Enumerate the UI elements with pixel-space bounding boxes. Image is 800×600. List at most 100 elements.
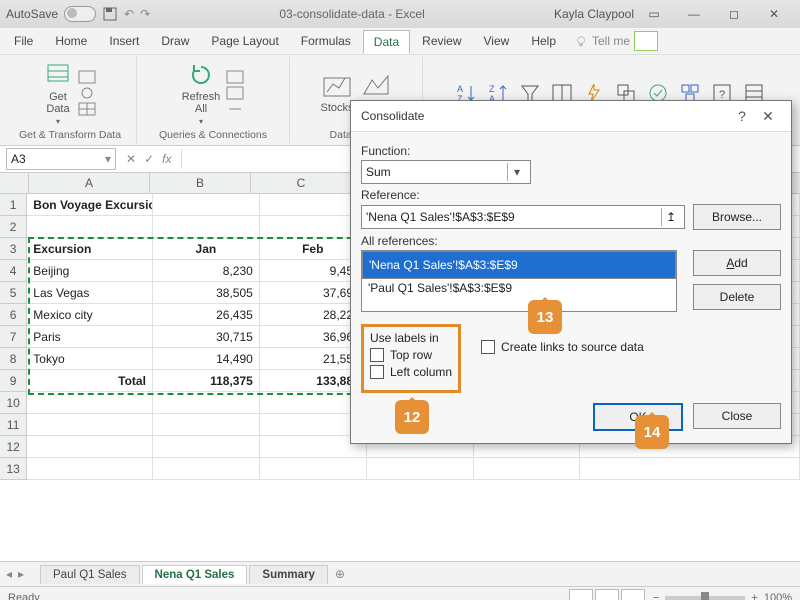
cell[interactable]: 38,505: [153, 282, 260, 304]
cell[interactable]: 8,230: [153, 260, 260, 282]
from-web-icon[interactable]: [78, 86, 96, 100]
list-item[interactable]: 'Nena Q1 Sales'!$A$3:$E$9: [362, 251, 676, 279]
cancel-formula-icon[interactable]: ✕: [126, 152, 136, 166]
cell[interactable]: Beijing: [27, 260, 153, 282]
cell[interactable]: [474, 458, 581, 480]
select-all-corner[interactable]: [0, 173, 29, 193]
left-column-checkbox[interactable]: Left column: [370, 365, 452, 379]
maximize-button[interactable]: ◻: [714, 0, 754, 28]
tab-data[interactable]: Data: [363, 30, 410, 54]
share-button[interactable]: [634, 31, 658, 51]
cell[interactable]: Bon Voyage Excursions: [27, 194, 153, 216]
save-icon[interactable]: [102, 6, 118, 22]
sheet-tab-summary[interactable]: Summary: [249, 565, 327, 584]
row-header[interactable]: 8: [0, 348, 27, 370]
function-select[interactable]: Sum ▾: [361, 160, 531, 184]
row-header[interactable]: 12: [0, 436, 27, 458]
cell[interactable]: Tokyo: [27, 348, 153, 370]
refresh-all-button[interactable]: Refresh All▾: [182, 61, 221, 126]
cell[interactable]: [153, 436, 260, 458]
cell[interactable]: 30,715: [153, 326, 260, 348]
sheet-tab-paul[interactable]: Paul Q1 Sales: [40, 565, 140, 584]
tab-review[interactable]: Review: [412, 30, 471, 52]
cell[interactable]: 14,490: [153, 348, 260, 370]
row-header[interactable]: 11: [0, 414, 27, 436]
get-data-button[interactable]: Get Data▾: [44, 61, 72, 126]
cell[interactable]: 118,375: [153, 370, 260, 392]
col-A[interactable]: A: [29, 173, 150, 193]
top-row-checkbox[interactable]: Top row: [370, 348, 452, 362]
row-header[interactable]: 13: [0, 458, 27, 480]
row-header[interactable]: 6: [0, 304, 27, 326]
properties-icon[interactable]: [226, 86, 244, 100]
cell[interactable]: Total: [27, 370, 153, 392]
row-header[interactable]: 5: [0, 282, 27, 304]
cell[interactable]: [27, 216, 153, 238]
cell[interactable]: [153, 216, 260, 238]
row-header[interactable]: 2: [0, 216, 27, 238]
zoom-out-button[interactable]: −: [653, 592, 659, 600]
view-normal-button[interactable]: [569, 589, 593, 600]
dialog-help-button[interactable]: ?: [729, 108, 755, 124]
from-text-icon[interactable]: [78, 70, 96, 84]
close-button[interactable]: Close: [693, 403, 781, 429]
cell[interactable]: [153, 194, 260, 216]
sheet-tab-nena[interactable]: Nena Q1 Sales: [142, 565, 248, 584]
stocks-button[interactable]: Stocks: [320, 72, 353, 114]
name-box[interactable]: A3▾: [6, 148, 116, 170]
cell[interactable]: [260, 458, 367, 480]
cell[interactable]: [153, 392, 260, 414]
reference-input[interactable]: 'Nena Q1 Sales'!$A$3:$E$9 ↥: [361, 205, 685, 229]
create-links-checkbox[interactable]: Create links to source data: [481, 340, 644, 354]
ribbon-options-icon[interactable]: ▭: [634, 0, 674, 28]
range-picker-icon[interactable]: ↥: [661, 208, 680, 226]
tell-me[interactable]: Tell me: [574, 34, 630, 48]
cell[interactable]: Mexico city: [27, 304, 153, 326]
tab-draw[interactable]: Draw: [151, 30, 199, 52]
tab-view[interactable]: View: [474, 30, 520, 52]
cell[interactable]: [580, 458, 800, 480]
col-B[interactable]: B: [150, 173, 251, 193]
dialog-close-button[interactable]: ✕: [755, 108, 781, 125]
tab-file[interactable]: File: [4, 30, 43, 52]
row-header[interactable]: 10: [0, 392, 27, 414]
cell[interactable]: [27, 436, 153, 458]
row-header[interactable]: 7: [0, 326, 27, 348]
edit-links-icon[interactable]: [226, 102, 244, 116]
tab-scroll-left-icon[interactable]: ◂: [6, 567, 12, 581]
view-page-break-button[interactable]: [621, 589, 645, 600]
row-header[interactable]: 9: [0, 370, 27, 392]
enter-formula-icon[interactable]: ✓: [144, 152, 154, 166]
redo-icon[interactable]: ↷: [140, 7, 150, 21]
minimize-button[interactable]: —: [674, 0, 714, 28]
cell[interactable]: [153, 458, 260, 480]
cell[interactable]: Paris: [27, 326, 153, 348]
col-C[interactable]: C: [251, 173, 352, 193]
tab-insert[interactable]: Insert: [99, 30, 149, 52]
row-header[interactable]: 4: [0, 260, 27, 282]
tab-page-layout[interactable]: Page Layout: [201, 30, 288, 52]
cell[interactable]: Excursion: [27, 238, 153, 260]
undo-icon[interactable]: ↶: [124, 7, 134, 21]
delete-button[interactable]: Delete: [693, 284, 781, 310]
cell[interactable]: [367, 458, 474, 480]
close-window-button[interactable]: ✕: [754, 0, 794, 28]
view-page-layout-button[interactable]: [595, 589, 619, 600]
tab-home[interactable]: Home: [45, 30, 97, 52]
queries-icon[interactable]: [226, 70, 244, 84]
cell[interactable]: Jan: [153, 238, 260, 260]
from-table-icon[interactable]: [78, 102, 96, 116]
cell[interactable]: Las Vegas: [27, 282, 153, 304]
cell[interactable]: [27, 392, 153, 414]
all-references-list[interactable]: 'Nena Q1 Sales'!$A$3:$E$9 'Paul Q1 Sales…: [361, 250, 677, 312]
add-button[interactable]: AAdddd: [693, 250, 781, 276]
cell[interactable]: 26,435: [153, 304, 260, 326]
cell[interactable]: [27, 458, 153, 480]
zoom-slider[interactable]: [665, 596, 745, 600]
tab-help[interactable]: Help: [521, 30, 566, 52]
list-item[interactable]: 'Paul Q1 Sales'!$A$3:$E$9: [362, 279, 676, 297]
fx-icon[interactable]: fx: [162, 152, 171, 166]
browse-button[interactable]: Browse...: [693, 204, 781, 230]
tab-scroll-right-icon[interactable]: ▸: [18, 567, 24, 581]
row-header[interactable]: 1: [0, 194, 27, 216]
